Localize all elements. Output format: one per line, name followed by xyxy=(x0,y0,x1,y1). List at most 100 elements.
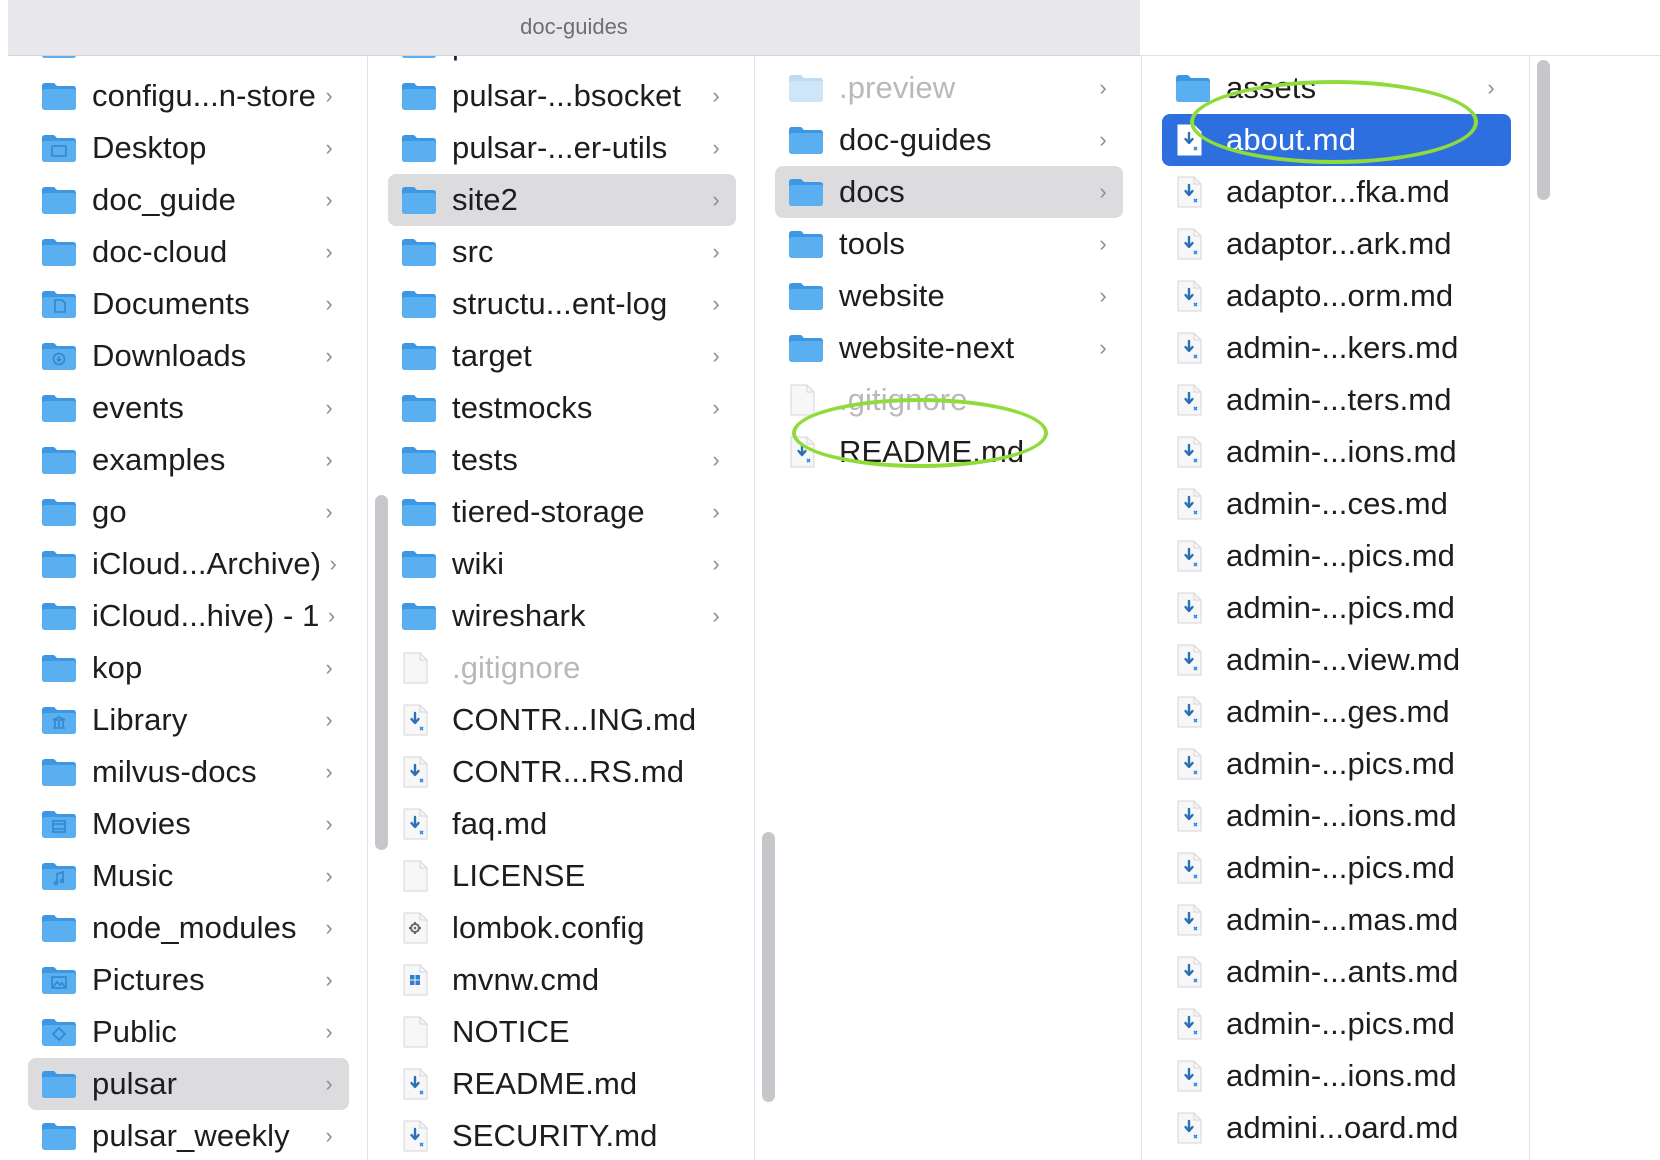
folder-row[interactable]: Library › xyxy=(28,694,349,746)
folder-row[interactable]: kop › xyxy=(28,642,349,694)
folder-row[interactable]: milvus-docs › xyxy=(28,746,349,798)
file-row[interactable]: admin-...ces.md xyxy=(1162,478,1511,530)
folder-row[interactable]: Movies › xyxy=(28,798,349,850)
file-row[interactable]: admin-...pics.md xyxy=(1162,530,1511,582)
file-row[interactable]: admin-...pics.md xyxy=(1162,998,1511,1050)
file-row[interactable]: CONTR...ING.md xyxy=(388,694,736,746)
chevron-right-icon: › xyxy=(325,707,333,732)
window-tab[interactable]: doc-guides xyxy=(8,0,1141,56)
file-row[interactable]: about.md xyxy=(1162,114,1511,166)
file-row[interactable]: .gitignore xyxy=(388,642,736,694)
item-label: adaptor...fka.md xyxy=(1226,174,1450,209)
folder-row[interactable]: wireshark › xyxy=(388,590,736,642)
item-label: tests xyxy=(452,442,518,477)
column-home[interactable]: chromi...binaries› configu...n-store› De… xyxy=(8,56,368,1160)
folder-row[interactable]: doc-cloud › xyxy=(28,226,349,278)
file-row[interactable]: SECURITY.md xyxy=(388,1110,736,1160)
column-home-scrollbar[interactable] xyxy=(375,495,388,850)
file-row[interactable]: adapto...orm.md xyxy=(1162,270,1511,322)
file-row[interactable]: admin-...pics.md xyxy=(1162,842,1511,894)
item-label: doc-guides xyxy=(839,122,992,157)
folder-row[interactable]: doc-guides › xyxy=(775,114,1123,166)
item-label: tools xyxy=(839,226,905,261)
chevron-right-icon: › xyxy=(712,343,720,368)
folder-row[interactable]: site2 › xyxy=(388,174,736,226)
file-row[interactable]: admin-...ions.md xyxy=(1162,790,1511,842)
file-row[interactable]: CONTR...RS.md xyxy=(388,746,736,798)
file-row[interactable]: admin-...ions.md xyxy=(1162,426,1511,478)
file-row[interactable]: README.md xyxy=(388,1058,736,1110)
file-row[interactable]: adaptor...ark.md xyxy=(1162,218,1511,270)
folder-row[interactable]: .preview › xyxy=(775,62,1123,114)
file-row[interactable]: admin-...ges.md xyxy=(1162,686,1511,738)
folder-row[interactable]: Downloads › xyxy=(28,330,349,382)
folder-row[interactable]: assets › xyxy=(1162,62,1511,114)
folder-row[interactable]: pulsar-...e-utils› xyxy=(388,56,736,70)
file-row[interactable]: admin-...view.md xyxy=(1162,634,1511,686)
chevron-right-icon: › xyxy=(325,811,333,836)
folder-row[interactable]: tiered-storage › xyxy=(388,486,736,538)
item-label: events xyxy=(92,390,184,425)
file-row[interactable]: adaptor...fka.md xyxy=(1162,166,1511,218)
folder-row[interactable]: pulsar › xyxy=(28,1058,349,1110)
folder-row[interactable]: structu...ent-log › xyxy=(388,278,736,330)
folder-row[interactable]: go › xyxy=(28,486,349,538)
file-row[interactable]: admin-...mas.md xyxy=(1162,894,1511,946)
folder-row[interactable]: Music › xyxy=(28,850,349,902)
column-site2[interactable]: .preview › doc-guides › docs › tools › websi… xyxy=(755,56,1142,1160)
folder-row[interactable]: pulsar-...bsocket › xyxy=(388,70,736,122)
folder-icon xyxy=(787,279,827,313)
folder-row[interactable]: website › xyxy=(775,270,1123,322)
file-row[interactable]: admini...oard.md xyxy=(1162,1102,1511,1154)
folder-row[interactable]: iCloud...hive) - 1 › xyxy=(28,590,349,642)
folder-row[interactable]: src › xyxy=(388,226,736,278)
item-label: Desktop xyxy=(92,130,207,165)
column-pulsar-scrollbar[interactable] xyxy=(762,832,775,1102)
folder-row[interactable]: Documents › xyxy=(28,278,349,330)
folder-icon xyxy=(400,183,440,217)
file-row[interactable]: NOTICE xyxy=(388,1006,736,1058)
tab-bar-empty xyxy=(1140,0,1660,56)
folder-row[interactable]: iCloud...Archive) › xyxy=(28,538,349,590)
folder-icon xyxy=(40,547,80,581)
file-row[interactable]: .gitignore xyxy=(775,374,1123,426)
file-row[interactable]: LICENSE xyxy=(388,850,736,902)
file-row[interactable]: admin-...pics.md xyxy=(1162,738,1511,790)
file-row[interactable]: mvnw.cmd xyxy=(388,954,736,1006)
markdown-file-icon xyxy=(1174,591,1214,625)
file-row[interactable]: lombok.config xyxy=(388,902,736,954)
file-row[interactable]: admin-...ions.md xyxy=(1162,1050,1511,1102)
folder-row[interactable]: configu...n-store › xyxy=(28,70,349,122)
file-row[interactable]: faq.md xyxy=(388,798,736,850)
chevron-right-icon: › xyxy=(712,603,720,628)
column-pulsar[interactable]: pulsar-...e-utils› pulsar-...bsocket› pu… xyxy=(368,56,755,1160)
folder-row[interactable]: tools › xyxy=(775,218,1123,270)
music-folder-icon xyxy=(40,859,80,893)
folder-row[interactable]: events › xyxy=(28,382,349,434)
item-label: adaptor...ark.md xyxy=(1226,226,1452,261)
folder-icon xyxy=(40,1067,80,1101)
folder-row[interactable]: chromi...binaries› xyxy=(28,56,349,70)
item-label: milvus-docs xyxy=(92,754,257,789)
folder-row[interactable]: pulsar_weekly › xyxy=(28,1110,349,1160)
folder-row[interactable]: wiki › xyxy=(388,538,736,590)
column-docs-scrollbar[interactable] xyxy=(1537,60,1550,200)
folder-row[interactable]: Desktop › xyxy=(28,122,349,174)
folder-row[interactable]: examples › xyxy=(28,434,349,486)
file-row[interactable]: admin-...kers.md xyxy=(1162,322,1511,374)
folder-row[interactable]: Public › xyxy=(28,1006,349,1058)
folder-row[interactable]: testmocks › xyxy=(388,382,736,434)
folder-row[interactable]: doc_guide › xyxy=(28,174,349,226)
file-row[interactable]: admin-...ants.md xyxy=(1162,946,1511,998)
file-row[interactable]: admin-...pics.md xyxy=(1162,582,1511,634)
folder-row[interactable]: node_modules › xyxy=(28,902,349,954)
file-row[interactable]: README.md xyxy=(775,426,1123,478)
folder-row[interactable]: tests › xyxy=(388,434,736,486)
folder-row[interactable]: Pictures › xyxy=(28,954,349,1006)
column-docs[interactable]: assets › about.md adaptor...fka.md adapto… xyxy=(1142,56,1530,1160)
folder-row[interactable]: website-next › xyxy=(775,322,1123,374)
folder-row[interactable]: target › xyxy=(388,330,736,382)
folder-row[interactable]: docs › xyxy=(775,166,1123,218)
file-row[interactable]: admin-...ters.md xyxy=(1162,374,1511,426)
folder-row[interactable]: pulsar-...er-utils › xyxy=(388,122,736,174)
